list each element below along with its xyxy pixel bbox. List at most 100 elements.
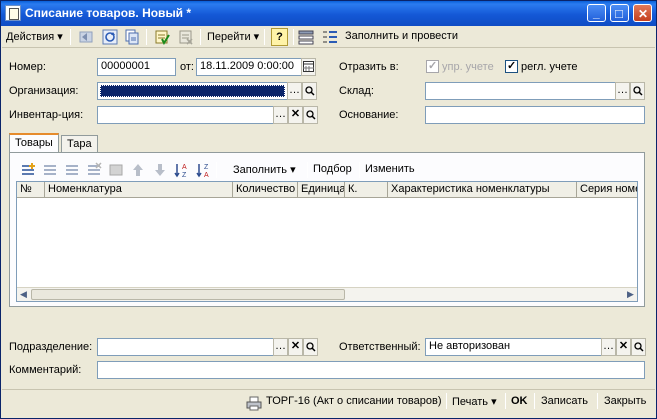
comment-label: Комментарий: [9, 364, 82, 376]
print-menu[interactable]: Печать ▾ [452, 395, 497, 408]
calendar-icon[interactable] [301, 58, 316, 76]
select-button[interactable]: … [615, 82, 630, 100]
column-header[interactable]: Характеристика номенклатуры [388, 182, 577, 198]
regl-label: регл. учете [521, 61, 578, 73]
toolbar-separator [446, 393, 447, 409]
move-down-icon[interactable] [152, 162, 168, 178]
scroll-left-icon[interactable]: ◀ [17, 289, 30, 300]
unpost-document-icon[interactable] [178, 29, 194, 45]
delete-row-icon[interactable] [86, 162, 102, 178]
bottom-command-bar: ТОРГ-16 (Акт о списании товаров) Печать … [2, 389, 655, 415]
column-header[interactable]: К. [345, 182, 388, 198]
date-field[interactable]: 18.11.2009 0:00:00 [196, 58, 302, 76]
help-icon[interactable]: ? [271, 28, 288, 46]
clear-icon[interactable]: ✕ [288, 338, 303, 356]
select-button[interactable]: … [601, 338, 616, 356]
scrollbar-thumb[interactable] [31, 289, 345, 300]
refresh-icon[interactable] [102, 29, 118, 45]
toolbar-separator [534, 393, 535, 409]
toolbar-separator [597, 393, 598, 409]
goto-menu[interactable]: Перейти ▾ [207, 30, 259, 43]
tab-goods[interactable]: Товары [9, 133, 59, 153]
select-button[interactable]: … [273, 106, 288, 124]
date-label: от: [180, 61, 194, 73]
close-button[interactable]: Закрыть [604, 395, 646, 407]
toolbar-separator [216, 162, 217, 178]
column-header[interactable]: Единица [298, 182, 345, 198]
maximize-button[interactable]: □ [610, 4, 629, 22]
warehouse-label: Склад: [339, 85, 374, 97]
upr-checkbox[interactable]: ✓ [426, 60, 439, 73]
number-label: Номер: [9, 61, 46, 73]
svg-text:A: A [182, 164, 187, 171]
fill-and-post-icon[interactable] [322, 29, 338, 45]
open-icon[interactable] [303, 106, 318, 124]
change-button[interactable]: Изменить [365, 163, 415, 175]
select-button[interactable]: … [273, 338, 288, 356]
window-title: Списание товаров. Новый * [25, 6, 192, 20]
copy-document-icon[interactable] [124, 29, 140, 45]
toolbar-separator [307, 162, 308, 178]
responsible-field[interactable]: Не авторизован [425, 338, 602, 356]
toolbar-separator [505, 393, 506, 409]
horizontal-scrollbar[interactable]: ◀ ▶ [17, 287, 637, 301]
structure-icon[interactable] [298, 29, 314, 45]
organization-field[interactable] [97, 82, 288, 100]
select-items-button[interactable]: Подбор [313, 163, 352, 175]
fill-menu[interactable]: Заполнить ▾ [233, 163, 296, 176]
edit-row-icon[interactable] [64, 162, 80, 178]
tab-containers[interactable]: Тара [61, 135, 98, 153]
move-up-icon[interactable] [130, 162, 146, 178]
select-button[interactable]: … [287, 82, 302, 100]
inventory-label: Инвентар-ция: [9, 109, 84, 121]
toolbar-separator [359, 162, 360, 178]
toolbar-separator [293, 29, 294, 45]
column-header[interactable]: Номенклатура [45, 182, 233, 198]
actions-menu[interactable]: Действия ▾ [6, 30, 63, 43]
selection-highlight [100, 85, 285, 97]
save-button[interactable]: Записать [541, 395, 588, 407]
sort-descending-icon[interactable]: ZA [196, 162, 212, 179]
document-icon [5, 5, 21, 21]
regl-checkbox[interactable]: ✓ [505, 60, 518, 73]
comment-field[interactable] [97, 361, 645, 379]
clear-icon[interactable]: ✕ [616, 338, 631, 356]
svg-text:A: A [204, 172, 209, 178]
print-form-button[interactable]: ТОРГ-16 (Акт о списании товаров) [266, 395, 441, 407]
reflect-label: Отразить в: [339, 61, 399, 73]
open-icon[interactable] [631, 338, 646, 356]
svg-text:Z: Z [182, 172, 187, 178]
sort-ascending-icon[interactable]: AZ [174, 162, 190, 179]
goods-tab-panel: AZ ZA Заполнить ▾ Подбор Изменить № Номе… [9, 152, 645, 307]
department-field[interactable] [97, 338, 274, 356]
basis-field[interactable] [425, 106, 645, 124]
copy-row-icon[interactable] [42, 162, 58, 178]
column-header[interactable]: Количество [233, 182, 298, 198]
add-row-icon[interactable] [20, 162, 36, 178]
responsible-label: Ответственный: [339, 341, 421, 353]
toolbar-separator [146, 29, 147, 45]
minimize-button[interactable]: _ [587, 4, 606, 22]
clear-icon[interactable]: ✕ [288, 106, 303, 124]
inventory-field[interactable] [97, 106, 274, 124]
title-bar[interactable]: Списание товаров. Новый * _ □ ✕ [1, 1, 656, 26]
end-edit-icon[interactable] [108, 162, 124, 178]
goods-table[interactable]: № Номенклатура Количество Единица К. Хар… [16, 181, 638, 302]
fill-and-post-button[interactable]: Заполнить и провести [345, 30, 458, 42]
open-icon[interactable] [303, 338, 318, 356]
toolbar-separator [200, 29, 201, 45]
post-document-icon[interactable] [154, 29, 170, 46]
close-window-button[interactable]: ✕ [633, 4, 652, 22]
column-header[interactable]: № [17, 182, 45, 198]
open-icon[interactable] [630, 82, 645, 100]
document-window: Списание товаров. Новый * _ □ ✕ Действия… [0, 0, 657, 419]
warehouse-field[interactable] [425, 82, 616, 100]
column-header[interactable]: Серия номе [577, 182, 637, 198]
ok-button[interactable]: OK [511, 395, 528, 407]
number-field[interactable]: 00000001 [97, 58, 176, 76]
scroll-right-icon[interactable]: ▶ [624, 289, 637, 300]
grid-toolbar: AZ ZA Заполнить ▾ Подбор Изменить [16, 159, 638, 181]
main-toolbar: Действия ▾ Перейти ▾ ? Заполнить и прове… [2, 26, 655, 48]
back-arrow-icon[interactable] [78, 29, 94, 45]
open-icon[interactable] [302, 82, 317, 100]
